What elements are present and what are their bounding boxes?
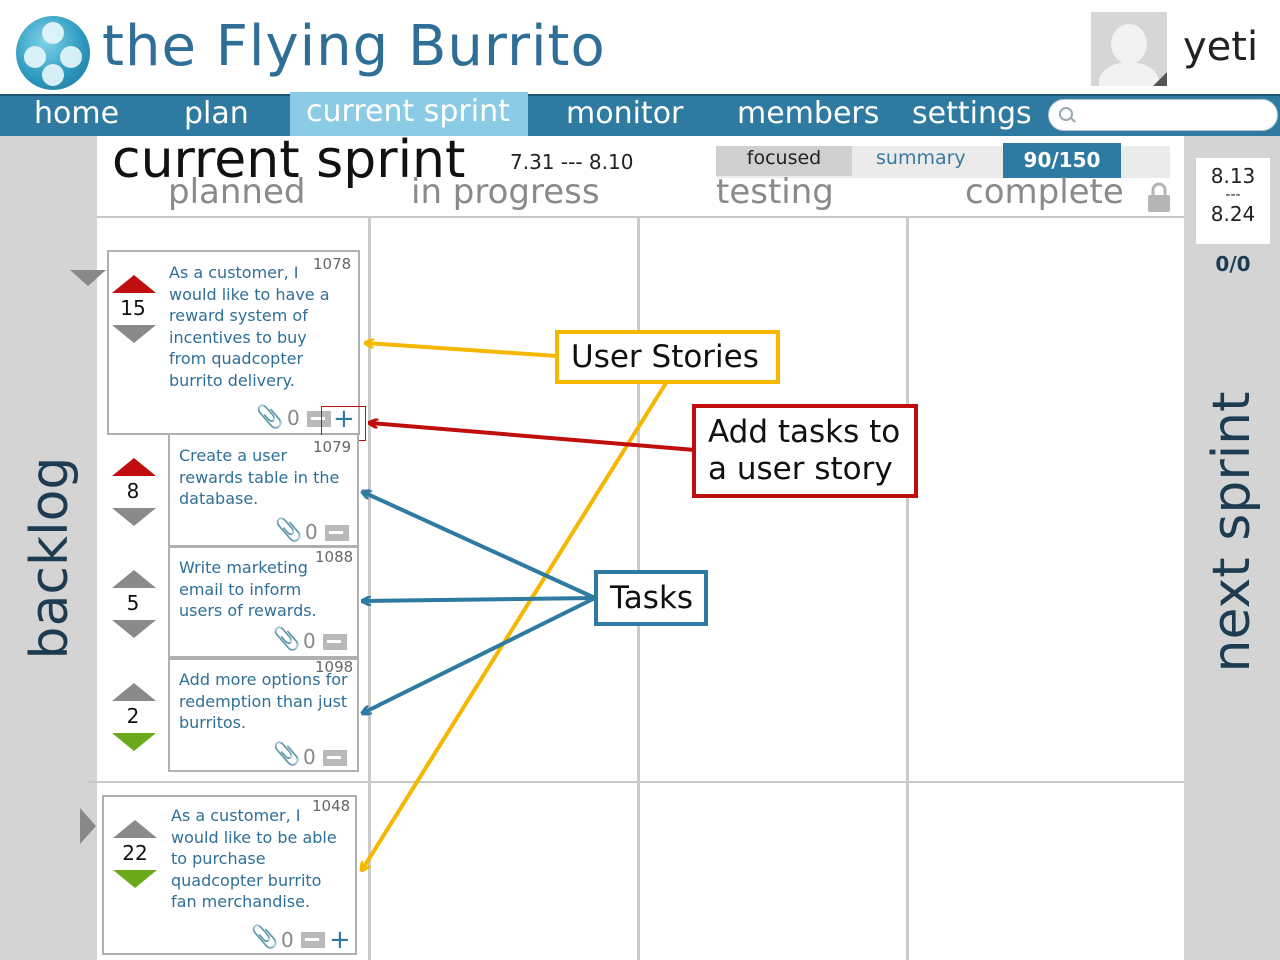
callout-add-tasks: Add tasks to a user story [692,404,918,498]
add-tasks-arrow [370,423,696,452]
user-stories-arrow [362,381,668,870]
tasks-arrow [363,492,596,600]
user-stories-arrow [366,343,558,358]
callout-add-tasks-line2: a user story [708,451,893,487]
callout-tasks: Tasks [594,570,708,626]
callout-user-stories: User Stories [555,330,780,384]
tasks-arrow [363,596,596,713]
tasks-arrow [363,598,596,601]
annotation-arrows [0,0,696,960]
callout-add-tasks-line1: Add tasks to [708,414,901,450]
